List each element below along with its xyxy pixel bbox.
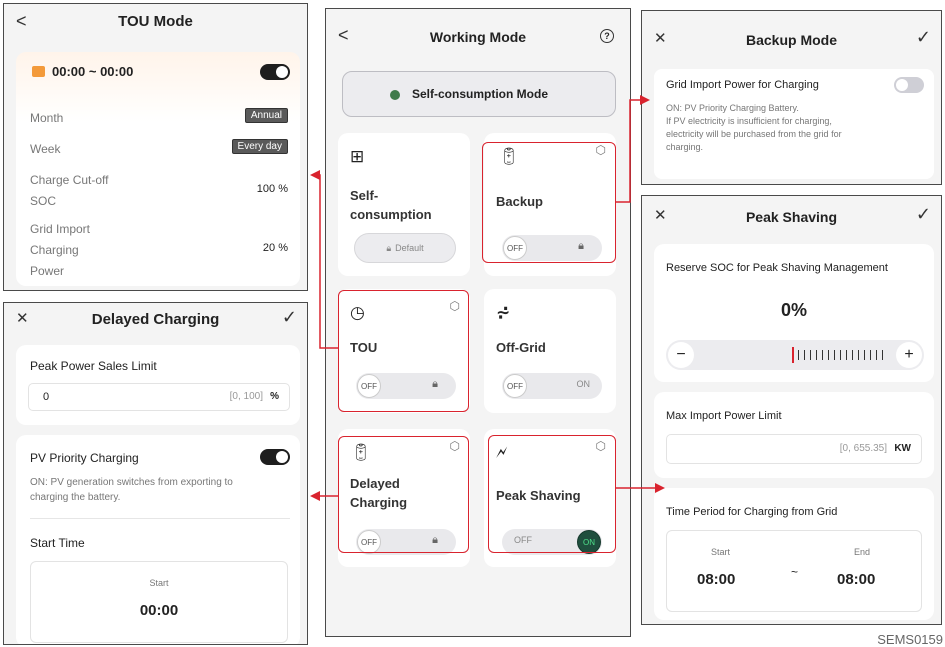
figure-code: SEMS0159 [877,632,943,647]
connector-arrows [310,95,665,501]
tou-arrow [310,170,338,349]
backup-arrow [616,95,650,203]
